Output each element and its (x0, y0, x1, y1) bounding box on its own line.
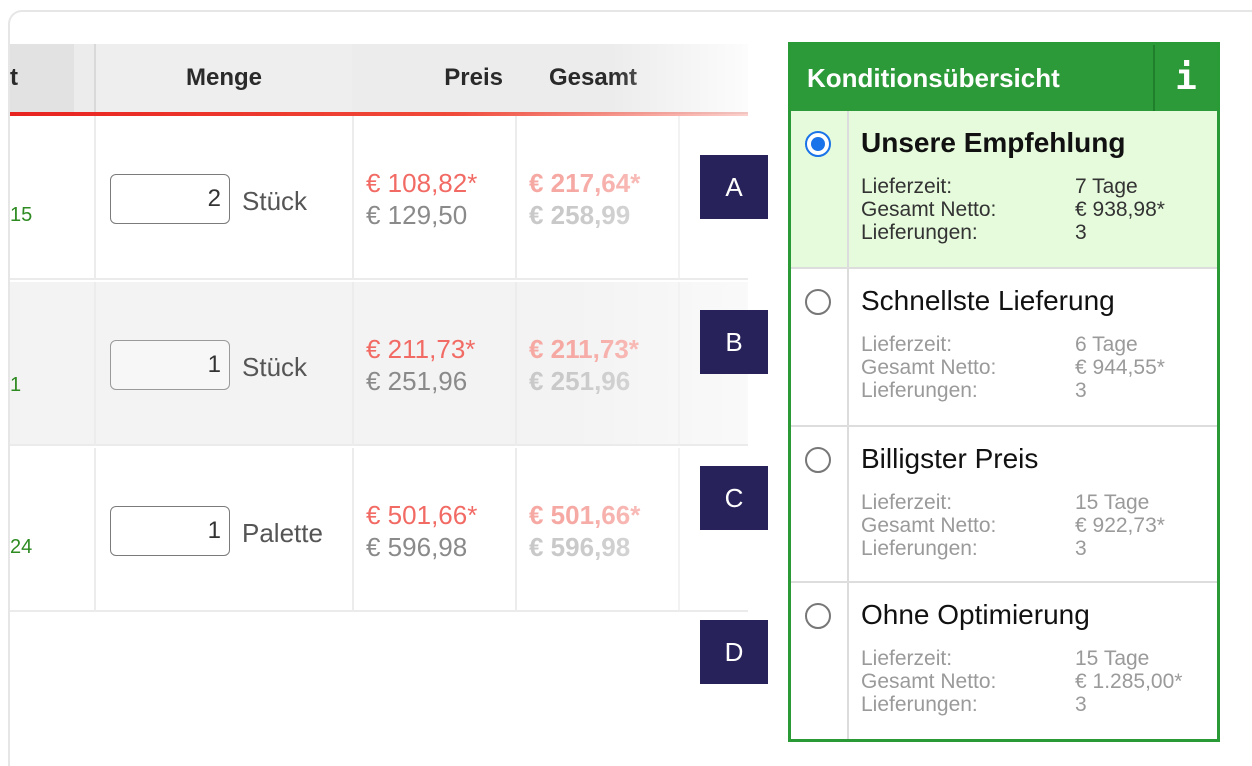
price-gross: € 251,96 (366, 366, 468, 396)
option-divider (847, 583, 849, 739)
option-ohne-optimierung[interactable]: Ohne Optimierung Lieferzeit: 15 Tage Gesa… (791, 583, 1217, 739)
lieferzeit-row: Lieferzeit: 15 Tage (861, 647, 1149, 670)
price-net: € 501,66* (366, 500, 478, 530)
option-divider (847, 111, 849, 267)
netto-row: Gesamt Netto: € 938,98* (861, 198, 1165, 221)
badge-d: D (700, 620, 768, 684)
lieferungen-value: 3 (1075, 379, 1087, 402)
option-schnellste[interactable]: Schnellste Lieferung Lieferzeit: 6 Tage G… (791, 269, 1217, 427)
option-billigster[interactable]: Billigster Preis Lieferzeit: 15 Tage Gesa… (791, 427, 1217, 583)
quantity-input[interactable]: 1 (110, 506, 230, 556)
lieferungen-label: Lieferungen: (861, 537, 978, 560)
lieferzeit-row: Lieferzeit: 7 Tage (861, 175, 1138, 198)
header-artikel: t (10, 44, 74, 112)
radio-billigster[interactable] (805, 447, 831, 473)
option-title: Ohne Optimierung (861, 599, 1090, 630)
netto-value: € 922,73* (1075, 514, 1165, 537)
table-header: t Menge Preis Gesamt (10, 44, 748, 114)
article-number[interactable]: 24 (10, 536, 32, 559)
header-preis[interactable]: Preis (352, 44, 517, 112)
radio-schnellste[interactable] (805, 289, 831, 315)
column-divider (352, 282, 354, 446)
table-row: 15 2 Stück € 108,82* € 129,50 € 217,64* … (10, 116, 748, 280)
lieferungen-value: 3 (1075, 221, 1087, 244)
lieferungen-label: Lieferungen: (861, 693, 978, 716)
header-fade (610, 44, 748, 112)
column-divider (352, 448, 354, 612)
quantity-input[interactable]: 1 (110, 340, 230, 390)
lieferungen-value: 3 (1075, 693, 1087, 716)
quantity-input[interactable]: 2 (110, 174, 230, 224)
netto-row: Gesamt Netto: € 1.285,00* (861, 670, 1182, 693)
netto-label: Gesamt Netto: (861, 514, 997, 537)
cart-table: t Menge Preis Gesamt 15 2 Stück € 108,82… (10, 44, 748, 612)
netto-value: € 1.285,00* (1075, 670, 1183, 693)
lieferzeit-label: Lieferzeit: (861, 333, 953, 356)
lieferungen-row: Lieferungen: 3 (861, 379, 1087, 402)
conditions-panel: Konditionsübersicht i Unsere Empfehlung … (788, 42, 1220, 742)
column-divider (515, 116, 517, 280)
lieferzeit-value: 7 Tage (1075, 175, 1138, 198)
unit-label: Stück (242, 352, 308, 382)
table-row: 1 1 Stück € 211,73* € 251,96 € 211,73* €… (10, 282, 748, 446)
lieferungen-value: 3 (1075, 537, 1087, 560)
lieferungen-label: Lieferungen: (861, 379, 978, 402)
lieferzeit-label: Lieferzeit: (861, 647, 953, 670)
radio-empfehlung[interactable] (805, 131, 831, 157)
column-divider (352, 116, 354, 280)
netto-value: € 938,98* (1075, 198, 1165, 221)
option-title: Schnellste Lieferung (861, 285, 1115, 316)
option-empfehlung[interactable]: Unsere Empfehlung Lieferzeit: 7 Tage Gesa… (791, 111, 1217, 269)
badge-c: C (700, 466, 768, 530)
netto-label: Gesamt Netto: (861, 670, 997, 693)
netto-label: Gesamt Netto: (861, 198, 997, 221)
lieferzeit-value: 15 Tage (1075, 647, 1150, 670)
lieferzeit-value: 6 Tage (1075, 333, 1138, 356)
lieferzeit-value: 15 Tage (1075, 491, 1150, 514)
price-net: € 211,73* (366, 334, 476, 364)
lieferungen-label: Lieferungen: (861, 221, 978, 244)
lieferzeit-label: Lieferzeit: (861, 491, 953, 514)
header-menge[interactable]: Menge (94, 44, 352, 112)
option-title: Unsere Empfehlung (861, 127, 1126, 158)
unit-label: Stück (242, 186, 308, 216)
netto-label: Gesamt Netto: (861, 356, 997, 379)
radio-ohne-optimierung[interactable] (805, 603, 831, 629)
netto-value: € 944,55* (1075, 356, 1165, 379)
column-divider (515, 448, 517, 612)
article-number[interactable]: 1 (10, 374, 21, 397)
panel-header: Konditionsübersicht i (791, 45, 1217, 111)
unit-label: Palette (242, 518, 323, 548)
price-net: € 108,82* (366, 168, 478, 198)
price-gross: € 129,50 (366, 200, 468, 230)
column-divider (94, 448, 96, 612)
badge-a: A (700, 155, 768, 219)
lieferungen-row: Lieferungen: 3 (861, 537, 1087, 560)
lieferzeit-row: Lieferzeit: 15 Tage (861, 491, 1149, 514)
column-divider (515, 282, 517, 446)
option-divider (847, 427, 849, 581)
article-number[interactable]: 15 (10, 204, 32, 227)
info-icon[interactable]: i (1153, 45, 1217, 111)
column-divider (94, 282, 96, 446)
lieferungen-row: Lieferungen: 3 (861, 693, 1087, 716)
netto-row: Gesamt Netto: € 922,73* (861, 514, 1165, 537)
lieferungen-row: Lieferungen: 3 (861, 221, 1087, 244)
column-divider (94, 116, 96, 280)
netto-row: Gesamt Netto: € 944,55* (861, 356, 1165, 379)
lieferzeit-label: Lieferzeit: (861, 175, 953, 198)
price-gross: € 596,98 (366, 532, 468, 562)
panel-title: Konditionsübersicht (807, 63, 1060, 93)
table-row: 24 1 Palette € 501,66* € 596,98 € 501,66… (10, 448, 748, 612)
lieferzeit-row: Lieferzeit: 6 Tage (861, 333, 1138, 356)
option-divider (847, 269, 849, 425)
badge-b: B (700, 310, 768, 374)
option-title: Billigster Preis (861, 443, 1039, 474)
